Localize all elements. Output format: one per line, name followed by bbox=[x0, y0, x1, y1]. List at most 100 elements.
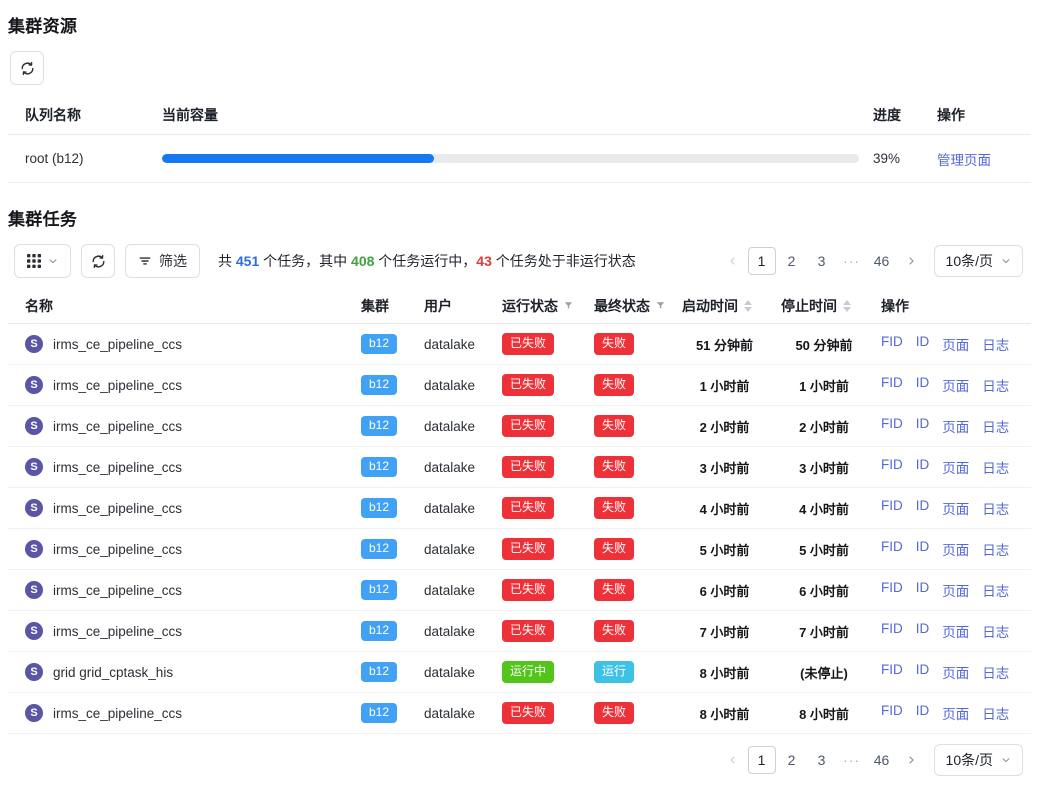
page-link[interactable]: 页面 bbox=[942, 580, 969, 600]
col-stop-time: 停止时间 bbox=[781, 296, 881, 316]
pagination-prev-button[interactable] bbox=[720, 746, 746, 774]
fid-link[interactable]: FID bbox=[881, 334, 903, 354]
fid-link[interactable]: FID bbox=[881, 580, 903, 600]
log-link[interactable]: 日志 bbox=[982, 621, 1009, 641]
start-time: 7 小时前 bbox=[682, 622, 781, 641]
stop-time: (未停止) bbox=[781, 663, 881, 682]
fid-link[interactable]: FID bbox=[881, 703, 903, 723]
user-name: datalake bbox=[424, 460, 502, 475]
id-link[interactable]: ID bbox=[916, 416, 930, 436]
cluster-tasks-title: 集群任务 bbox=[8, 205, 1031, 230]
pagination-page[interactable]: ··· bbox=[838, 746, 866, 774]
avatar: S bbox=[25, 376, 43, 394]
table-row: S irms_ce_pipeline_ccs b12 datalake 已失败 … bbox=[8, 447, 1031, 488]
page-size-select[interactable]: 10条/页 bbox=[934, 245, 1023, 277]
log-link[interactable]: 日志 bbox=[982, 539, 1009, 559]
page-link[interactable]: 页面 bbox=[942, 662, 969, 682]
table-row: S irms_ce_pipeline_ccs b12 datalake 已失败 … bbox=[8, 365, 1031, 406]
page-link[interactable]: 页面 bbox=[942, 334, 969, 354]
log-link[interactable]: 日志 bbox=[982, 498, 1009, 518]
fid-link[interactable]: FID bbox=[881, 375, 903, 395]
start-time-sort-icon[interactable] bbox=[744, 300, 752, 312]
chevron-right-icon bbox=[905, 754, 917, 766]
fid-link[interactable]: FID bbox=[881, 457, 903, 477]
id-link[interactable]: ID bbox=[916, 457, 930, 477]
fid-link[interactable]: FID bbox=[881, 498, 903, 518]
filter-button[interactable]: 筛选 bbox=[125, 244, 200, 278]
id-link[interactable]: ID bbox=[916, 580, 930, 600]
id-link[interactable]: ID bbox=[916, 498, 930, 518]
column-settings-button[interactable] bbox=[14, 244, 71, 278]
chevron-left-icon bbox=[727, 255, 739, 267]
cluster-resources-title: 集群资源 bbox=[8, 12, 1031, 37]
fid-link[interactable]: FID bbox=[881, 621, 903, 641]
id-link[interactable]: ID bbox=[916, 334, 930, 354]
run-status-badge: 已失败 bbox=[502, 620, 554, 641]
stop-time-sort-icon[interactable] bbox=[843, 300, 851, 312]
log-link[interactable]: 日志 bbox=[982, 416, 1009, 436]
cluster-tag: b12 bbox=[361, 580, 397, 599]
col-progress: 进度 bbox=[873, 105, 923, 125]
task-name: irms_ce_pipeline_ccs bbox=[53, 378, 182, 393]
id-link[interactable]: ID bbox=[916, 539, 930, 559]
page-link[interactable]: 页面 bbox=[942, 416, 969, 436]
table-row: S irms_ce_pipeline_ccs b12 datalake 已失败 … bbox=[8, 693, 1031, 734]
id-link[interactable]: ID bbox=[916, 703, 930, 723]
resources-refresh-button[interactable] bbox=[10, 51, 44, 85]
cluster-tag: b12 bbox=[361, 498, 397, 517]
tasks-table-footer: 1 2 3 ··· 46 10条/页 bbox=[8, 744, 1031, 776]
page-link[interactable]: 页面 bbox=[942, 621, 969, 641]
pagination-page[interactable]: 2 bbox=[778, 247, 806, 275]
pagination-next-button[interactable] bbox=[898, 247, 924, 275]
run-status-badge: 已失败 bbox=[502, 415, 554, 436]
pagination-page[interactable]: 3 bbox=[808, 746, 836, 774]
page-link[interactable]: 页面 bbox=[942, 539, 969, 559]
pagination-page[interactable]: 1 bbox=[748, 247, 776, 275]
queue-name: root (b12) bbox=[25, 151, 148, 166]
stop-time: 3 小时前 bbox=[781, 458, 881, 477]
stop-time: 1 小时前 bbox=[781, 376, 881, 395]
summary-text: 共 bbox=[218, 253, 236, 269]
id-link[interactable]: ID bbox=[916, 621, 930, 641]
resources-table-header: 队列名称 当前容量 进度 操作 bbox=[8, 95, 1031, 135]
log-link[interactable]: 日志 bbox=[982, 580, 1009, 600]
running-count: 408 bbox=[351, 253, 374, 269]
log-link[interactable]: 日志 bbox=[982, 334, 1009, 354]
log-link[interactable]: 日志 bbox=[982, 375, 1009, 395]
manage-page-link[interactable]: 管理页面 bbox=[937, 153, 991, 168]
pagination-page[interactable]: 46 bbox=[868, 247, 896, 275]
fid-link[interactable]: FID bbox=[881, 416, 903, 436]
id-link[interactable]: ID bbox=[916, 375, 930, 395]
pagination-page[interactable]: 1 bbox=[748, 746, 776, 774]
log-link[interactable]: 日志 bbox=[982, 703, 1009, 723]
fid-link[interactable]: FID bbox=[881, 662, 903, 682]
final-status-filter-icon[interactable] bbox=[655, 300, 666, 311]
start-time: 6 小时前 bbox=[682, 581, 781, 600]
pagination-page[interactable]: 46 bbox=[868, 746, 896, 774]
page-link[interactable]: 页面 bbox=[942, 375, 969, 395]
avatar: S bbox=[25, 622, 43, 640]
pagination-prev-button[interactable] bbox=[720, 247, 746, 275]
user-name: datalake bbox=[424, 501, 502, 516]
page-size-select[interactable]: 10条/页 bbox=[934, 744, 1023, 776]
user-name: datalake bbox=[424, 706, 502, 721]
chevron-down-icon bbox=[48, 256, 58, 266]
id-link[interactable]: ID bbox=[916, 662, 930, 682]
task-summary: 共 451 个任务，其中 408 个任务运行中，43 个任务处于非运行状态 bbox=[218, 251, 636, 271]
log-link[interactable]: 日志 bbox=[982, 662, 1009, 682]
page-link[interactable]: 页面 bbox=[942, 498, 969, 518]
pagination-page[interactable]: 3 bbox=[808, 247, 836, 275]
pagination-page[interactable]: ··· bbox=[838, 247, 866, 275]
pagination-next-button[interactable] bbox=[898, 746, 924, 774]
pagination-page[interactable]: 2 bbox=[778, 746, 806, 774]
tasks-refresh-button[interactable] bbox=[81, 244, 115, 278]
start-time: 2 小时前 bbox=[682, 417, 781, 436]
task-name: irms_ce_pipeline_ccs bbox=[53, 337, 182, 352]
log-link[interactable]: 日志 bbox=[982, 457, 1009, 477]
fid-link[interactable]: FID bbox=[881, 539, 903, 559]
run-status-filter-icon[interactable] bbox=[563, 300, 574, 311]
page-link[interactable]: 页面 bbox=[942, 457, 969, 477]
run-status-badge: 运行中 bbox=[502, 661, 554, 682]
page-link[interactable]: 页面 bbox=[942, 703, 969, 723]
avatar: S bbox=[25, 581, 43, 599]
